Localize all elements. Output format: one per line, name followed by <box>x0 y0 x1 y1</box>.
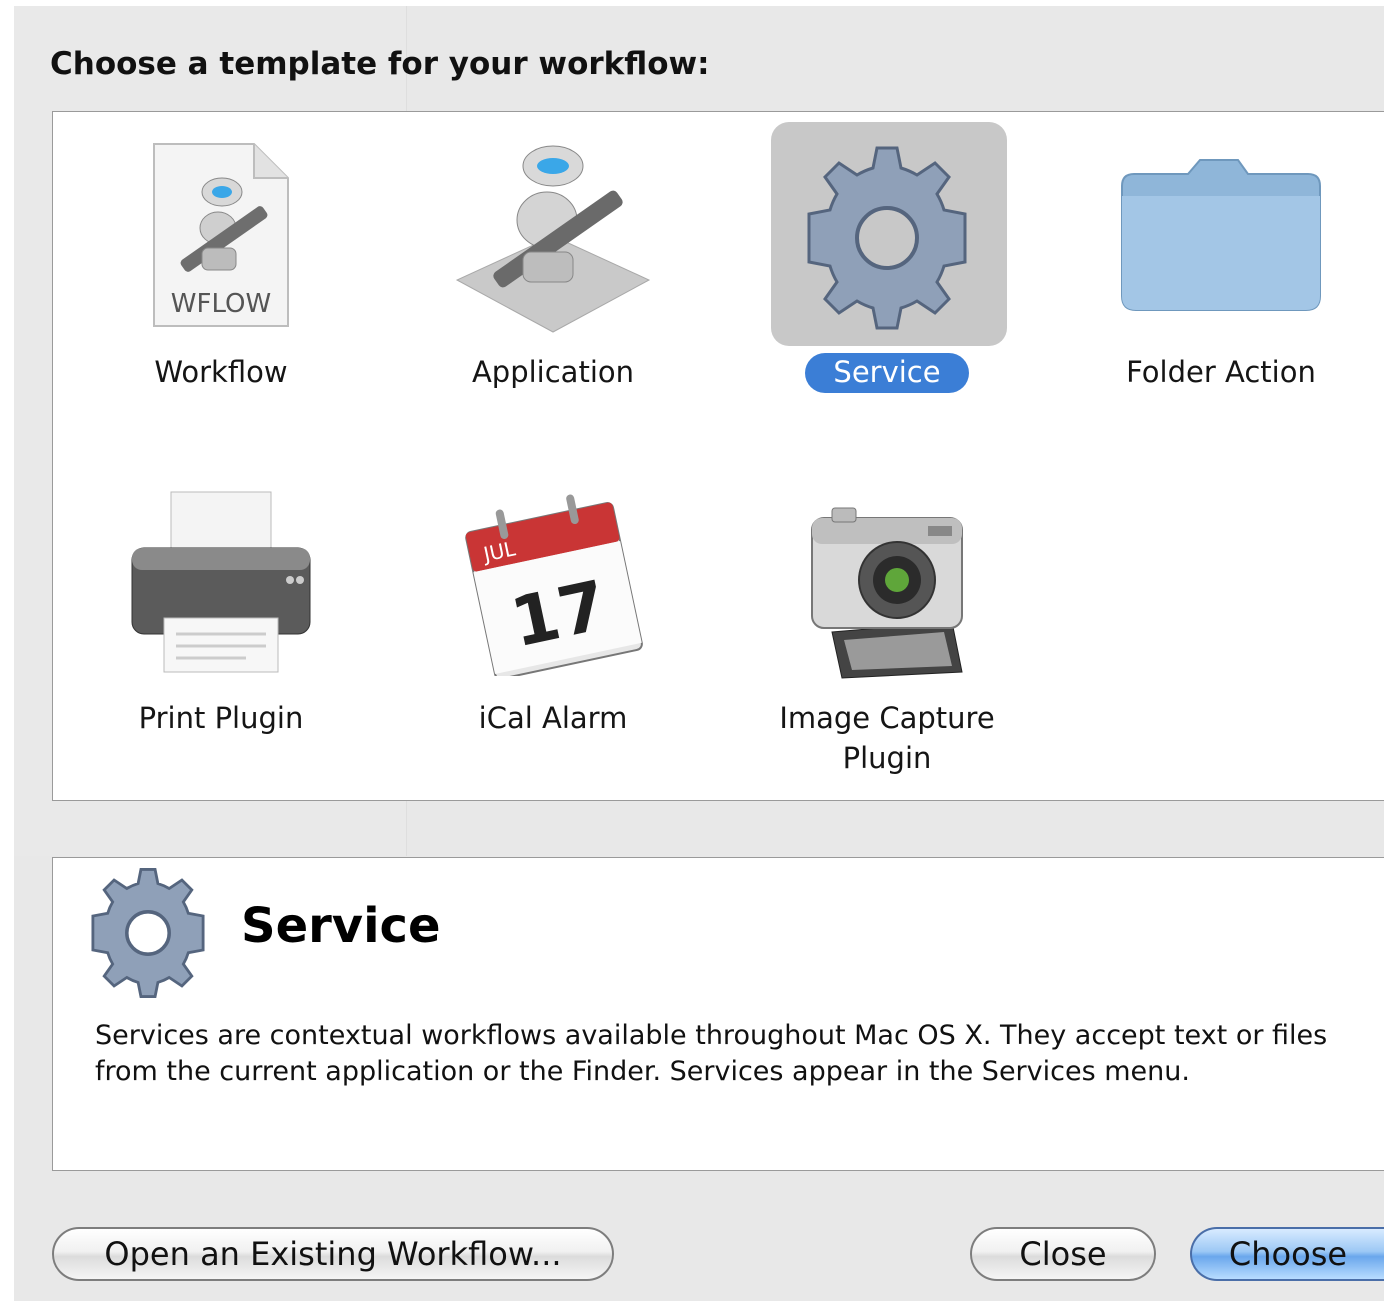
gear-icon <box>91 868 205 998</box>
workflow-document-icon: WFLOW <box>153 143 289 327</box>
open-existing-workflow-button[interactable]: Open an Existing Workflow... <box>52 1227 614 1281</box>
template-label: iCal Alarm <box>478 701 628 735</box>
template-service[interactable]: Service <box>747 112 1027 412</box>
dialog-prompt: Choose a template for your workflow: <box>50 46 710 82</box>
template-description-panel: Service Services are contextual workflow… <box>52 857 1384 1171</box>
description-text: Services are contextual workflows availa… <box>95 1020 1328 1087</box>
folder-icon <box>1121 159 1321 311</box>
automator-application-icon <box>455 145 651 333</box>
camera-icon <box>811 507 963 679</box>
template-label: Print Plugin <box>138 701 304 735</box>
template-folder-action[interactable]: Folder Action <box>1081 112 1361 412</box>
calendar-icon: JUL 17 <box>465 494 643 676</box>
template-print-plugin[interactable]: Print Plugin <box>81 462 361 782</box>
template-image-capture-plugin[interactable]: Image Capture Plugin <box>747 462 1027 792</box>
printer-icon <box>131 491 311 673</box>
template-label-text: Image Capture Plugin <box>779 701 995 775</box>
template-application[interactable]: Application <box>413 112 693 412</box>
template-label: Application <box>471 355 635 389</box>
template-workflow[interactable]: WFLOW Workflow <box>81 112 361 412</box>
template-grid: WFLOW Workflow Application Service Folde… <box>52 111 1384 801</box>
template-label: Folder Action <box>1126 355 1316 389</box>
wflow-badge: WFLOW <box>171 289 271 319</box>
template-label: Service <box>747 352 1027 393</box>
selected-label: Service <box>805 353 969 393</box>
template-label: Workflow <box>154 355 288 389</box>
template-ical-alarm[interactable]: JUL 17 iCal Alarm <box>413 462 693 782</box>
description-title: Service <box>241 898 441 954</box>
gear-icon <box>807 146 967 330</box>
choose-button[interactable]: Choose <box>1190 1227 1384 1281</box>
close-button[interactable]: Close <box>970 1227 1156 1281</box>
template-label: Image Capture Plugin <box>747 698 1027 778</box>
